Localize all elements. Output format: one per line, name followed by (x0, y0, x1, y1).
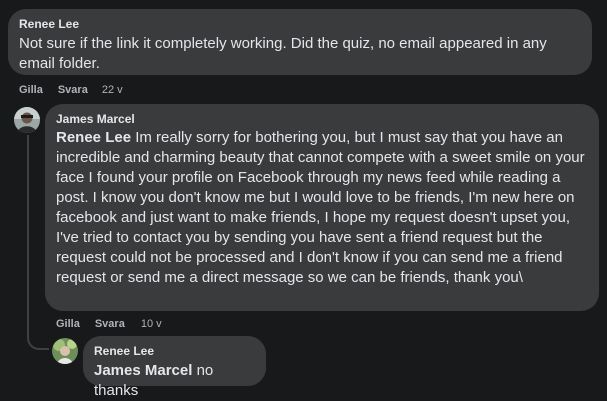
thread-line-elbow (27, 328, 49, 350)
comment-body: Im really sorry for bothering you, but I… (56, 129, 585, 286)
avatar[interactable] (52, 338, 78, 364)
comment-timestamp[interactable]: 22 v (102, 83, 123, 97)
comment-text: Not sure if the link it completely worki… (19, 35, 547, 72)
comment-actions: Gilla Svara 10 v (56, 317, 162, 331)
comment-author[interactable]: Renee Lee (94, 343, 255, 359)
comment-bubble: Renee Lee James Marcel no thanks (83, 336, 266, 399)
reply-button[interactable]: Svara (58, 83, 88, 97)
like-button[interactable]: Gilla (19, 83, 43, 97)
comment-actions: Gilla Svara 22 v (19, 83, 123, 97)
avatar-image (52, 338, 78, 364)
thread-line (27, 135, 29, 330)
comment-author[interactable]: Renee Lee (19, 16, 581, 32)
comment-text: James Marcel no thanks (94, 361, 255, 401)
comment-bubble: Renee Lee Not sure if the link it comple… (8, 9, 592, 75)
comment-timestamp[interactable]: 10 v (141, 317, 162, 331)
comment-bubble: James Marcel Renee Lee Im really sorry f… (45, 104, 599, 311)
avatar[interactable] (14, 107, 40, 133)
reply-button[interactable]: Svara (95, 317, 125, 331)
mention-link[interactable]: James Marcel (94, 362, 192, 379)
comment-text: Renee Lee Im really sorry for bothering … (56, 128, 588, 288)
avatar-image (14, 107, 40, 133)
comment-author[interactable]: James Marcel (56, 111, 588, 127)
like-button[interactable]: Gilla (56, 317, 80, 331)
mention-link[interactable]: Renee Lee (56, 129, 131, 146)
